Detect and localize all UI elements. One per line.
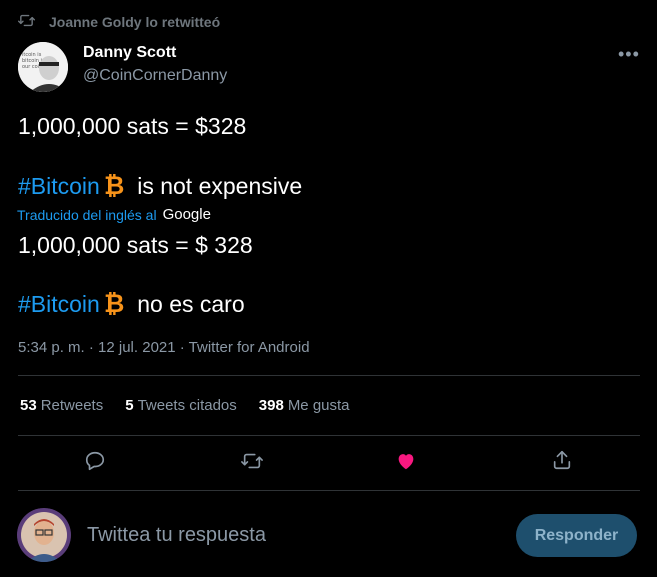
author-avatar[interactable]: itcoin is bitcoin is our coin <box>18 42 68 92</box>
divider <box>18 375 640 376</box>
retweeted-by-text: Joanne Goldy lo retwitteó <box>49 14 221 30</box>
tweet-line-3: 1,000,000 sats = $ 328 <box>18 232 253 258</box>
tweet-line-2: #Bitcoin ₿ is not expensive <box>18 171 303 200</box>
reply-icon[interactable] <box>84 450 106 477</box>
hashtag-link[interactable]: #Bitcoin <box>18 291 100 317</box>
retweet-icon <box>18 12 49 32</box>
tweet-stats: 53 Retweets 5 Tweets citados 398 Me gusta <box>20 397 350 414</box>
svg-text:₿: ₿ <box>104 291 124 315</box>
bitcoin-icon: ₿ <box>103 171 125 200</box>
like-icon[interactable] <box>395 450 417 477</box>
author-name[interactable]: Danny Scott <box>83 44 176 62</box>
tweet-line-2-text: is not expensive <box>137 173 303 199</box>
more-icon[interactable]: ••• <box>618 44 640 65</box>
author-handle[interactable]: @CoinCornerDanny <box>83 67 227 85</box>
likes-stat[interactable]: 398 Me gusta <box>259 397 350 414</box>
tweet-line-4: #Bitcoin ₿ no es caro <box>18 289 245 318</box>
hashtag-link[interactable]: #Bitcoin <box>18 173 100 199</box>
tweet-line-4-text: no es caro <box>137 291 245 317</box>
bitcoin-icon: ₿ <box>103 289 125 318</box>
translation-text: Traducido del inglés al <box>17 206 157 223</box>
tweet-timestamp[interactable]: 5:34 p. m. · 12 jul. 2021 · Twitter for … <box>18 339 310 356</box>
divider <box>18 490 640 491</box>
share-icon[interactable] <box>551 449 573 476</box>
reply-input[interactable]: Twittea tu respuesta <box>87 524 266 547</box>
retweets-stat[interactable]: 53 Retweets <box>20 397 103 414</box>
user-avatar[interactable] <box>17 508 71 562</box>
translation-label[interactable]: Traducido del inglés al Google <box>17 206 211 223</box>
divider <box>18 435 640 436</box>
retweet-action-icon[interactable] <box>241 450 263 477</box>
quotes-stat[interactable]: 5 Tweets citados <box>125 397 237 414</box>
svg-text:₿: ₿ <box>104 173 124 197</box>
retweeted-by[interactable]: Joanne Goldy lo retwitteó <box>18 12 220 32</box>
google-brand: Google <box>162 206 211 223</box>
tweet-line-1: 1,000,000 sats = $328 <box>18 113 247 139</box>
reply-button[interactable]: Responder <box>516 514 637 557</box>
